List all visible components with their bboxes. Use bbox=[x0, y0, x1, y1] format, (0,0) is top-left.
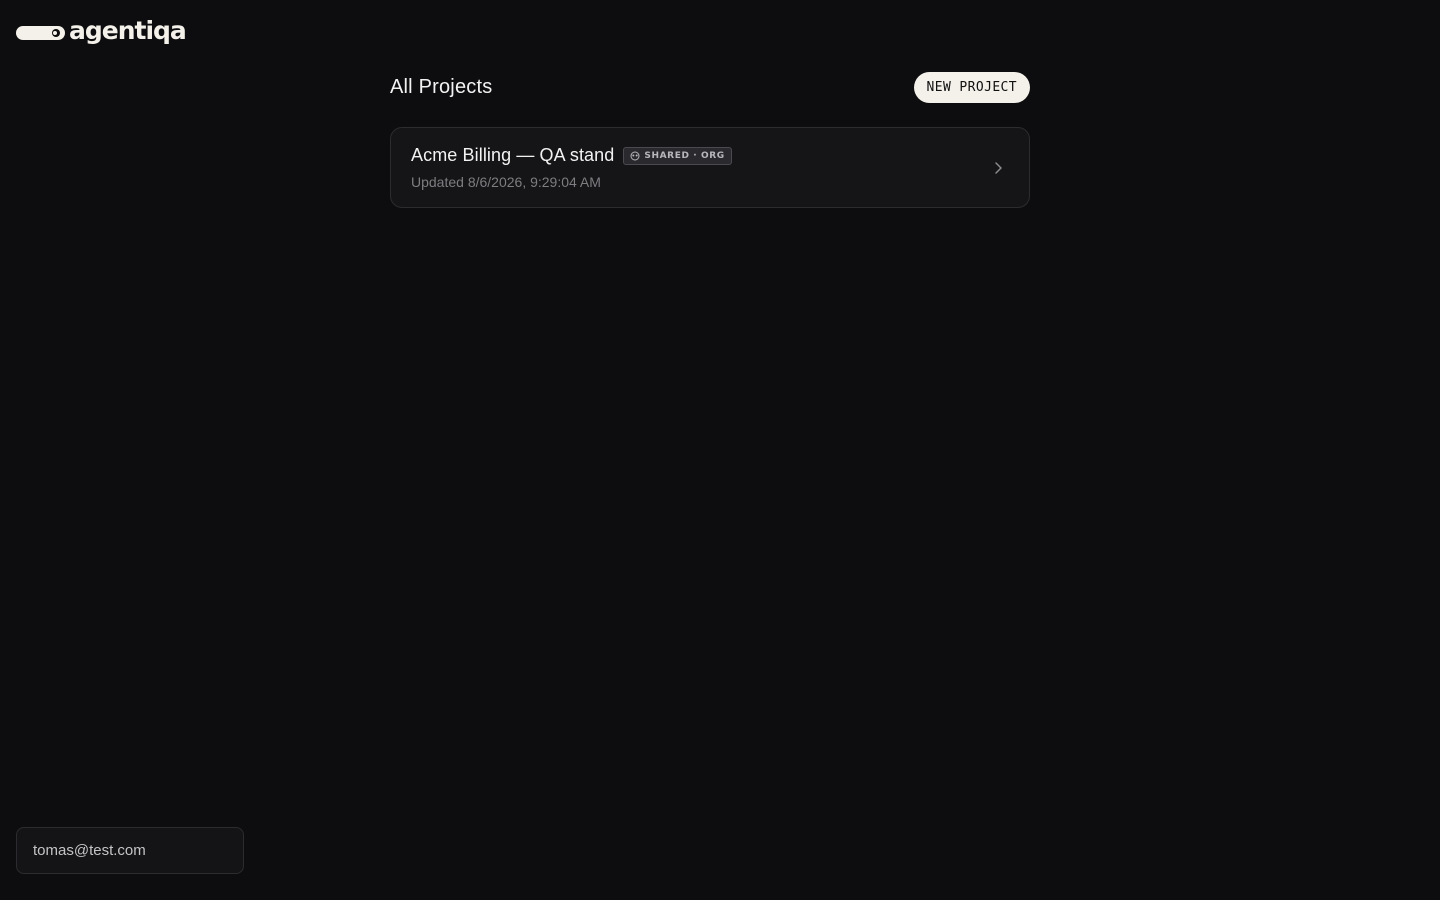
project-updated-time: Updated 8/6/2026, 9:29:04 AM bbox=[411, 174, 601, 190]
chevron-right-icon bbox=[991, 160, 1005, 176]
shared-badge: SHARED · ORG bbox=[623, 146, 732, 165]
app-root: agentiqa All Projects NEW PROJECT Acme B… bbox=[0, 0, 1440, 900]
agentiqa-logo-icon bbox=[16, 25, 65, 40]
project-name: Acme Billing — QA stand bbox=[411, 145, 615, 165]
badge-label: SHARED · ORG bbox=[644, 150, 725, 161]
org-icon bbox=[630, 151, 640, 161]
main-content: All Projects NEW PROJECT Acme Billing — … bbox=[390, 72, 1030, 208]
new-project-button[interactable]: NEW PROJECT bbox=[913, 72, 1030, 103]
user-email: tomas@test.com bbox=[33, 842, 146, 859]
user-account-menu[interactable]: tomas@test.com bbox=[16, 827, 244, 874]
project-name-row: Acme Billing — QA stand SHARED · ORG bbox=[411, 145, 732, 166]
brand-logo[interactable]: agentiqa bbox=[16, 15, 187, 46]
page-title: All Projects bbox=[390, 76, 493, 98]
project-card[interactable]: Acme Billing — QA stand SHARED · ORG Upd… bbox=[390, 127, 1030, 208]
brand-name: agentiqa bbox=[69, 15, 187, 45]
page-header: All Projects NEW PROJECT bbox=[390, 72, 1030, 103]
